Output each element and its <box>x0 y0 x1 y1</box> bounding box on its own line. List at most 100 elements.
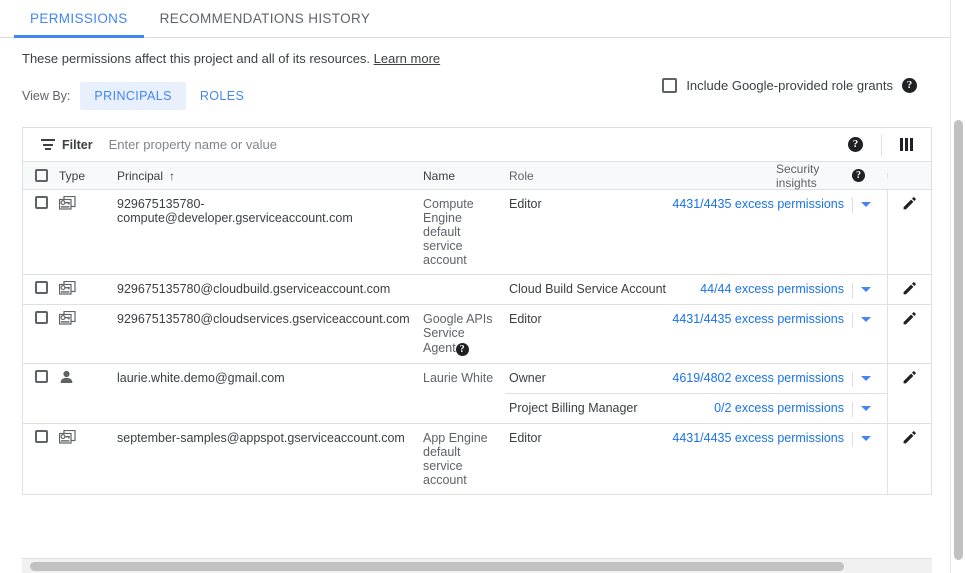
pencil-icon[interactable] <box>902 429 918 445</box>
include-google-grants-checkbox[interactable] <box>662 78 677 93</box>
table-row: september-samples@appspot.gserviceaccoun… <box>23 424 931 495</box>
view-by-row: View By: PRINCIPALS ROLES Include Google… <box>0 66 965 110</box>
excess-permissions-link[interactable]: 4431/4435 excess permissions <box>672 312 844 326</box>
row-roles-insights: Owner4619/4802 excess permissionsProject… <box>505 364 887 423</box>
table-row: 929675135780-compute@developer.gservicea… <box>23 190 931 275</box>
row-select-cell <box>23 305 59 363</box>
row-roles-insights: Editor4431/4435 excess permissions <box>505 190 887 274</box>
row-select-cell <box>23 190 59 274</box>
tab-bar: PERMISSIONS RECOMMENDATIONS HISTORY <box>0 0 965 38</box>
header-principal[interactable]: Principal ↑ <box>117 169 423 183</box>
row-select-checkbox[interactable] <box>35 281 48 294</box>
service-account-icon <box>59 196 117 210</box>
include-google-grants-label: Include Google-provided role grants <box>686 78 893 93</box>
vertical-scrollbar[interactable] <box>950 0 965 573</box>
row-principal: 929675135780@cloudservices.gserviceaccou… <box>117 305 423 363</box>
insight-divider <box>852 283 853 298</box>
pencil-icon[interactable] <box>902 369 918 385</box>
include-google-grants-help-icon[interactable]: ? <box>902 78 917 93</box>
pencil-icon[interactable] <box>902 280 918 296</box>
row-name: App Engine default service account <box>423 424 505 494</box>
chevron-down-icon[interactable] <box>861 202 871 207</box>
permissions-table-card: Filter ? Type Principal ↑ Name Role Secu… <box>22 127 932 495</box>
help-icon: ? <box>848 137 863 152</box>
header-security-insights-label: Security insights <box>776 162 846 190</box>
row-type-cell <box>59 424 117 494</box>
row-edit-cell <box>887 305 931 363</box>
row-principal: laurie.white.demo@gmail.com <box>117 364 423 423</box>
filter-label: Filter <box>62 138 93 152</box>
view-by-roles-button[interactable]: ROLES <box>186 82 258 110</box>
filter-bar-actions: ? <box>830 128 931 161</box>
row-name: Laurie White <box>423 364 505 423</box>
security-insight-cell: 4431/4435 excess permissions <box>772 305 887 334</box>
header-name[interactable]: Name <box>423 169 505 183</box>
excess-permissions-link[interactable]: 44/44 excess permissions <box>700 282 844 296</box>
view-by-principals-button[interactable]: PRINCIPALS <box>80 82 185 110</box>
table-row: 929675135780@cloudservices.gserviceaccou… <box>23 305 931 364</box>
table-row: laurie.white.demo@gmail.comLaurie White O… <box>23 364 931 424</box>
column-display-button[interactable] <box>882 138 931 151</box>
filter-help-button[interactable]: ? <box>830 137 881 152</box>
insight-divider <box>852 198 853 213</box>
select-all-checkbox[interactable] <box>35 169 48 182</box>
table-body: 929675135780-compute@developer.gservicea… <box>23 190 931 495</box>
sort-ascending-icon: ↑ <box>169 169 175 183</box>
chevron-down-icon[interactable] <box>861 406 871 411</box>
row-name-text: App Engine default service account <box>423 431 488 487</box>
tab-permissions[interactable]: PERMISSIONS <box>14 0 144 37</box>
learn-more-link[interactable]: Learn more <box>374 51 440 66</box>
row-principal: 929675135780@cloudbuild.gserviceaccount.… <box>117 275 423 304</box>
excess-permissions-link[interactable]: 4431/4435 excess permissions <box>672 431 844 445</box>
description-text: These permissions affect this project an… <box>22 51 370 66</box>
filter-input[interactable] <box>107 136 531 153</box>
security-insight-cell: 0/2 excess permissions <box>772 394 887 423</box>
row-type-cell <box>59 364 117 423</box>
description-line: These permissions affect this project an… <box>0 38 965 66</box>
row-type-cell <box>59 305 117 363</box>
chevron-down-icon[interactable] <box>861 317 871 322</box>
row-edit-cell <box>887 275 931 304</box>
chevron-down-icon[interactable] <box>861 436 871 441</box>
row-principal: september-samples@appspot.gserviceaccoun… <box>117 424 423 494</box>
role-insight-line: Owner4619/4802 excess permissions <box>505 364 887 393</box>
horizontal-scrollbar[interactable] <box>22 558 932 573</box>
row-name-text: Laurie White <box>423 371 493 385</box>
row-select-checkbox[interactable] <box>35 370 48 383</box>
pencil-icon[interactable] <box>902 195 918 211</box>
pencil-icon[interactable] <box>902 310 918 326</box>
header-role[interactable]: Role <box>505 169 776 183</box>
excess-permissions-link[interactable]: 4431/4435 excess permissions <box>672 197 844 211</box>
header-type[interactable]: Type <box>59 169 117 183</box>
chevron-down-icon[interactable] <box>861 376 871 381</box>
row-select-checkbox[interactable] <box>35 430 48 443</box>
role-insight-line: Editor4431/4435 excess permissions <box>505 424 887 453</box>
row-roles-insights: Cloud Build Service Account44/44 excess … <box>505 275 887 304</box>
row-name-help-icon[interactable]: ? <box>456 343 469 356</box>
role-insight-line: Cloud Build Service Account44/44 excess … <box>505 275 887 304</box>
insight-divider <box>852 432 853 447</box>
service-account-icon <box>59 311 117 325</box>
insight-divider <box>852 402 853 417</box>
security-insight-cell: 4431/4435 excess permissions <box>772 190 887 219</box>
tab-recommendations-history[interactable]: RECOMMENDATIONS HISTORY <box>144 0 387 37</box>
excess-permissions-link[interactable]: 0/2 excess permissions <box>714 401 844 415</box>
row-select-checkbox[interactable] <box>35 311 48 324</box>
row-select-checkbox[interactable] <box>35 196 48 209</box>
horizontal-scrollbar-thumb[interactable] <box>30 562 844 571</box>
include-google-grants-row: Include Google-provided role grants ? <box>662 78 917 93</box>
vertical-scrollbar-thumb[interactable] <box>954 120 963 560</box>
security-insight-cell: 4431/4435 excess permissions <box>772 424 887 453</box>
header-principal-label: Principal <box>117 169 163 183</box>
security-insights-help-icon[interactable]: ? <box>852 169 865 182</box>
row-type-cell <box>59 190 117 274</box>
row-name-text: Compute Engine default service account <box>423 197 474 267</box>
select-all-cell <box>23 169 59 182</box>
excess-permissions-link[interactable]: 4619/4802 excess permissions <box>672 371 844 385</box>
service-account-icon <box>59 281 117 295</box>
person-icon <box>59 370 117 384</box>
insight-divider <box>852 372 853 387</box>
row-roles-insights: Editor4431/4435 excess permissions <box>505 305 887 363</box>
row-roles-insights: Editor4431/4435 excess permissions <box>505 424 887 494</box>
chevron-down-icon[interactable] <box>861 287 871 292</box>
